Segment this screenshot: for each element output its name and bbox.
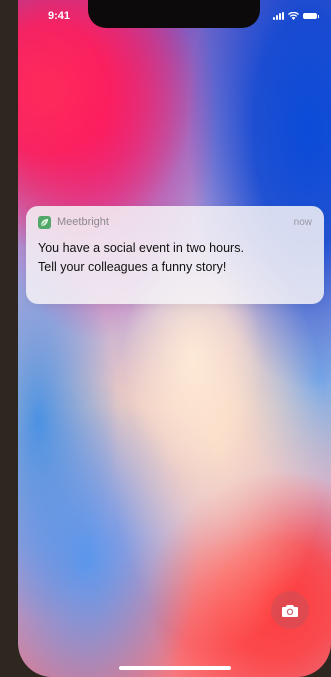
phone-notch xyxy=(88,0,260,28)
status-icons xyxy=(273,12,319,20)
battery-icon xyxy=(303,13,319,19)
leaf-icon xyxy=(38,215,51,229)
wifi-icon xyxy=(288,12,299,20)
camera-icon xyxy=(282,604,298,617)
notification-header: Meetbright now xyxy=(38,215,312,229)
notification-app-name: Meetbright xyxy=(57,216,109,228)
status-time: 9:41 xyxy=(48,10,71,22)
notification-line-2: Tell your colleagues a funny story! xyxy=(38,260,227,274)
home-indicator[interactable] xyxy=(119,666,231,670)
cellular-signal-icon xyxy=(273,12,284,20)
camera-button[interactable] xyxy=(271,591,309,629)
notification-body: You have a social event in two hours. Te… xyxy=(38,239,312,277)
notification-time: now xyxy=(293,216,312,228)
notification-card[interactable]: Meetbright now You have a social event i… xyxy=(26,206,324,304)
lock-screen: 9:41 Meetbright now You have a social ev… xyxy=(18,0,331,677)
notification-line-1: You have a social event in two hours. xyxy=(38,241,244,255)
